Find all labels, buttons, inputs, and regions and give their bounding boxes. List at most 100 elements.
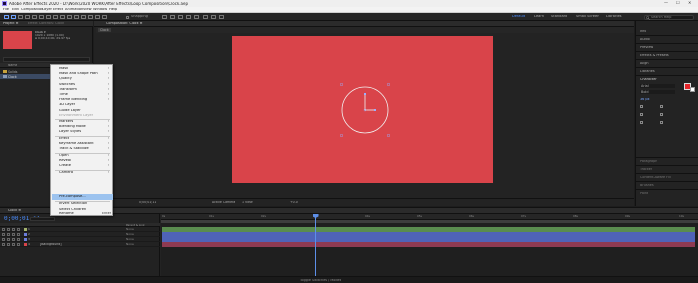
menu-item-time[interactable]: Time	[59, 93, 68, 97]
selection-tool-icon[interactable]	[11, 14, 16, 20]
current-time-indicator[interactable]	[315, 214, 316, 277]
menu-composition[interactable]: Composition	[21, 8, 43, 12]
baseline-shift-icon[interactable]	[640, 121, 643, 124]
menu-layer[interactable]: Layer	[42, 8, 52, 12]
menu-item-invert-selection[interactable]: Invert Selection	[59, 202, 87, 206]
layer-row[interactable]: 4 [Background] None	[0, 242, 160, 247]
visibility-icon[interactable]	[2, 228, 5, 231]
menu-item-open[interactable]: Open	[59, 154, 69, 158]
panel-libraries[interactable]: Libraries	[640, 70, 655, 73]
menu-file[interactable]: File	[3, 8, 9, 12]
pan-behind-tool-icon[interactable]	[46, 14, 51, 20]
work-area-bar[interactable]	[161, 220, 698, 223]
panel-content-aware-fill[interactable]: Content-Aware Fill	[640, 176, 671, 179]
menu-item-blending-mode[interactable]: Blending Mode	[59, 125, 86, 129]
menu-item-reveal[interactable]: Reveal	[59, 159, 71, 163]
menu-item-transform[interactable]: Transform	[59, 88, 77, 92]
shape-tool-icon[interactable]	[53, 14, 58, 20]
font-size-value[interactable]: 36 px	[640, 98, 650, 101]
visibility-icon[interactable]	[2, 233, 5, 236]
audio-icon[interactable]	[7, 228, 10, 231]
menu-effect[interactable]: Effect	[53, 8, 63, 12]
visibility-icon[interactable]	[2, 238, 5, 241]
viewer-timecode[interactable]: 0;00;01;11	[139, 201, 156, 204]
toggle-switches-modes[interactable]: Toggle Switches / Modes	[300, 279, 341, 282]
tab-effect-controls[interactable]: Effect Controls: Clock	[28, 22, 64, 25]
menu-item-frame-blending[interactable]: Frame Blending	[59, 98, 87, 102]
menu-item-quality[interactable]: Quality	[59, 77, 72, 81]
layer-duration-bar[interactable]	[162, 227, 695, 232]
parent-select[interactable]: None	[126, 238, 134, 241]
panel-align[interactable]: Align	[640, 62, 649, 65]
panel-effects-presets[interactable]: Effects & Presets	[640, 54, 669, 57]
menu-item-3d-layer[interactable]: 3D Layer	[59, 103, 75, 107]
workspace-default[interactable]: Default	[512, 15, 525, 19]
layer-label-color[interactable]	[24, 243, 27, 246]
scale-vertical-icon[interactable]	[640, 113, 643, 116]
panel-preview[interactable]: Preview	[640, 46, 653, 49]
rotate-tool-icon[interactable]	[32, 14, 37, 20]
pen-tool-icon[interactable]	[60, 14, 65, 20]
panel-paint[interactable]: Paint	[640, 192, 648, 195]
tab-project[interactable]: Project ≡	[3, 22, 19, 25]
breadcrumb-clock[interactable]: Clock	[98, 28, 111, 33]
lock-icon[interactable]	[17, 238, 20, 241]
audio-icon[interactable]	[7, 233, 10, 236]
scale-horizontal-icon[interactable]	[660, 113, 663, 116]
layer-duration-bar[interactable]	[162, 242, 695, 247]
roto-brush-tool-icon[interactable]	[95, 14, 100, 20]
layer-duration-bar[interactable]	[162, 232, 695, 237]
font-style-select[interactable]: Bold	[640, 90, 675, 95]
minimize-button[interactable]: —	[664, 1, 668, 5]
solo-icon[interactable]	[12, 243, 15, 246]
snapping-checkbox[interactable]	[126, 15, 129, 19]
menu-item-pre-compose[interactable]: Pre-compose...	[59, 195, 86, 199]
lock-icon[interactable]	[17, 228, 20, 231]
menu-item-switches[interactable]: Switches	[59, 83, 75, 87]
layer-label-color[interactable]	[24, 233, 27, 236]
lock-icon[interactable]	[17, 243, 20, 246]
close-button[interactable]: ✕	[688, 1, 691, 5]
brush-tool-icon[interactable]	[74, 14, 79, 20]
search-help-input[interactable]: Search Help	[644, 14, 694, 20]
menu-item-keyframe-assistant[interactable]: Keyframe Assistant	[59, 142, 94, 146]
stroke-swatch-icon[interactable]	[186, 14, 191, 20]
panel-info[interactable]: Info	[640, 30, 646, 33]
parent-select[interactable]: None	[126, 233, 134, 236]
solo-icon[interactable]	[12, 233, 15, 236]
clock-shape-layer[interactable]	[335, 80, 395, 140]
leading-icon[interactable]	[640, 105, 643, 108]
stroke-color-swatch[interactable]	[690, 87, 695, 92]
workspace-standard[interactable]: Standard	[551, 15, 567, 19]
parent-select[interactable]: None	[126, 243, 134, 246]
menu-item-camera[interactable]: Camera	[59, 171, 73, 175]
hand-tool-icon[interactable]	[18, 14, 23, 20]
panel-paragraph[interactable]: Paragraph	[640, 160, 657, 163]
zoom-tool-icon[interactable]	[25, 14, 30, 20]
tab-composition[interactable]: Composition: Clock ≡	[106, 22, 143, 25]
visibility-icon[interactable]	[2, 243, 5, 246]
snap-edges-icon[interactable]	[170, 14, 175, 20]
fill-swatch-icon[interactable]	[178, 14, 183, 20]
solo-icon[interactable]	[12, 238, 15, 241]
menu-item-track-stabilize[interactable]: Track & Stabilize	[59, 147, 89, 151]
panel-character[interactable]: Character	[640, 78, 657, 81]
project-search-input[interactable]	[3, 57, 90, 62]
maximize-button[interactable]: ☐	[676, 1, 680, 5]
column-name[interactable]: Name	[8, 64, 17, 67]
audio-icon[interactable]	[7, 243, 10, 246]
timeline-search-input[interactable]	[30, 216, 55, 221]
panel-audio[interactable]: Audio	[640, 38, 650, 41]
active-camera-select[interactable]: Active Camera	[212, 201, 235, 204]
snap-option-icon[interactable]	[162, 14, 167, 20]
layer-label-color[interactable]	[24, 238, 27, 241]
type-tool-icon[interactable]	[67, 14, 72, 20]
panel-brushes[interactable]: Brushes	[640, 184, 654, 187]
puppet-tool-icon[interactable]	[102, 14, 107, 20]
menu-item-markers[interactable]: Markers	[59, 120, 73, 124]
audio-icon[interactable]	[7, 238, 10, 241]
view-layout-select[interactable]: 1 View	[242, 201, 253, 204]
tracking-icon[interactable]	[660, 105, 663, 108]
exposure-value[interactable]: +0.0	[290, 201, 298, 204]
bezier-icon[interactable]	[219, 14, 224, 20]
